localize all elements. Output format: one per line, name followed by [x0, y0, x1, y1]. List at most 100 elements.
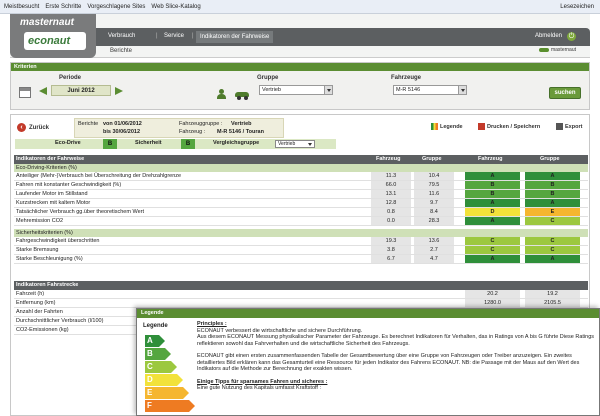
search-button[interactable]: suchen [549, 87, 581, 99]
vehicle-rating: A [465, 199, 520, 207]
group-select[interactable]: Vertrieb [259, 85, 333, 95]
subnav-berichte[interactable]: Berichte [110, 48, 132, 54]
table-row[interactable]: Tatsächlicher Verbrauch gg.über theoreti… [14, 208, 588, 217]
vehicle-label-head: Fahrzeug : [179, 129, 206, 135]
table-row[interactable]: Fahren mit konstanter Geschwindigkeit (%… [14, 181, 588, 190]
group-value: 4.7 [414, 255, 454, 263]
nav-service[interactable]: Service [164, 33, 184, 39]
bookmark-item[interactable]: Vorgeschlagene Sites [87, 4, 145, 10]
indicator-name: Entfernung (km) [16, 300, 56, 306]
indicator-name: Kurzstrecken mit kaltem Motor [16, 200, 91, 206]
legend-dialog-title[interactable]: Legende [137, 309, 599, 318]
indicator-name: Fahrzeit (h) [16, 291, 45, 297]
bookmark-item[interactable]: Erste Schritte [45, 4, 81, 10]
group-value: 28.3 [414, 217, 454, 225]
indicator-name: Starke Beschleunigung (%) [16, 256, 83, 262]
vehicle-rating: 20.2 [465, 290, 520, 298]
driver-icon[interactable] [217, 89, 226, 99]
table-row[interactable]: Laufender Motor im Stillstand 13.1 11.6 B B [14, 190, 588, 199]
vehicle-icon[interactable] [235, 89, 249, 100]
indicator-name: Anteiliger (Mehr-)Verbrauch bei Überschr… [16, 173, 182, 179]
bookmark-item[interactable]: Meistbesucht [4, 4, 39, 10]
vehicle-select-value: M-R 5146 [396, 87, 421, 93]
principles-line-1: ECONAUT verbessert die wirtschaftliche u… [197, 327, 363, 334]
export-button[interactable]: Export [556, 123, 582, 130]
group-value: 2.7 [414, 246, 454, 254]
group-rating: 2105.5 [525, 299, 580, 307]
table-row[interactable]: Kurzstrecken mit kaltem Motor 12.8 9.7 A A [14, 199, 588, 208]
back-button[interactable]: ‹ Zurück [17, 123, 49, 132]
rating-arrow: A [145, 335, 165, 347]
rating-letter: B [147, 349, 153, 358]
vehicle-rating: B [465, 190, 520, 198]
col-header-vehicle: Fahrzeug [376, 156, 401, 162]
previous-month-arrow-icon[interactable] [39, 87, 47, 95]
table-row[interactable]: Mehremission CO2 0.0 28.3 A C [14, 217, 588, 226]
rating-letter: D [147, 375, 153, 384]
back-label: Zurück [29, 125, 50, 132]
chevron-down-icon [324, 86, 332, 94]
group-rating: E [525, 208, 580, 216]
trip-header-label: Indikatoren Fahrstrecke [16, 282, 79, 288]
vehicle-select[interactable]: M-R 5146 [393, 85, 467, 95]
vehicle-value: 0.0 [371, 217, 411, 225]
table-row[interactable]: Fahrgeschwindigkeit überschritten 19.3 13.… [14, 237, 588, 246]
table-row[interactable]: Starke Beschleunigung (%) 6.7 4.7 A A [14, 255, 588, 264]
vehicle-group-value: Vertrieb [231, 121, 252, 127]
logo: masternaut econaut [10, 14, 96, 58]
vehicle-value [371, 299, 411, 307]
group-rating: B [525, 181, 580, 189]
rating-arrow: C [145, 361, 177, 373]
report-header: Berichte von 01/06/2012 bis 30/06/2012 F… [74, 118, 284, 138]
group-value: 13.6 [414, 237, 454, 245]
group-value: 10.4 [414, 172, 454, 180]
tips-line-1: Eine gute Nutzung des Kapitals umfasst K… [197, 385, 322, 391]
vehicle-rating: D [465, 208, 520, 216]
safety-rating: B [181, 139, 195, 149]
nav-verbrauch[interactable]: Verbrauch [108, 33, 135, 39]
report-label: Berichte [78, 121, 99, 127]
table-row[interactable]: Fahrzeit (h) 20.2 19.2 [14, 290, 588, 299]
eco-section-header: Eco-Driving-Kriterien (%) [14, 164, 588, 172]
indicators-table: Indikatoren der Fahrweise Fahrzeug Grupp… [14, 155, 588, 264]
indicator-name: Tatsächlicher Verbrauch gg.über theoreti… [16, 209, 144, 215]
rating-letter: E [147, 388, 153, 397]
logout-link[interactable]: Abmelden [535, 33, 562, 39]
vehicle-rating: C [465, 246, 520, 254]
table-row[interactable]: Starke Bremsung 3.8 2.7 C C [14, 246, 588, 255]
nav-indikatoren[interactable]: Indikatoren der Fahrweise [196, 31, 274, 43]
legend-icon [431, 123, 438, 130]
legend-text: Principles : ECONAUT verbessert die wirt… [197, 321, 595, 398]
bookmark-item[interactable]: Web Slice-Katalog [151, 4, 200, 10]
legend-heading: Legende [143, 323, 168, 329]
vehicle-rating: C [465, 237, 520, 245]
compare-group-select[interactable]: Vertrieb [275, 140, 315, 148]
print-save-label: Drucken / Speichern [487, 123, 541, 130]
group-rating: C [525, 217, 580, 225]
vehicle-value: 12.8 [371, 199, 411, 207]
indicator-name: Durchschnittlicher Verbrauch (l/100) [16, 318, 104, 324]
print-save-button[interactable]: Drucken / Speichern [478, 123, 540, 130]
bookmarks-menu[interactable]: Lesezeichen [560, 4, 594, 10]
power-icon[interactable]: ⏻ [567, 32, 576, 41]
vehicle-value: 66.0 [371, 181, 411, 189]
group-rating: C [525, 246, 580, 254]
rating-letter: C [147, 362, 153, 371]
eco-rows: Anteiliger (Mehr-)Verbrauch bei Überschr… [14, 172, 588, 226]
group-value: 8.4 [414, 208, 454, 216]
safety-section-header: Sicherheitskriterien (%) [14, 229, 588, 237]
vehicle-value: 11.3 [371, 172, 411, 180]
vehicle-rating: A [465, 217, 520, 225]
table-row[interactable]: Entfernung (km) 1280.0 2105.5 [14, 299, 588, 308]
bookmarks-bar: Meistbesucht Erste Schritte Vorgeschlage… [0, 0, 600, 14]
safety-rows: Fahrgeschwindigkeit überschritten 19.3 13.… [14, 237, 588, 264]
indicator-name: Fahrgeschwindigkeit überschritten [16, 238, 100, 244]
group-rating: A [525, 255, 580, 263]
group-value: 79.5 [414, 181, 454, 189]
indicator-name: Starke Bremsung [16, 247, 59, 253]
calendar-icon[interactable] [19, 87, 31, 98]
table-row[interactable]: Anteiliger (Mehr-)Verbrauch bei Überschr… [14, 172, 588, 181]
legend-button[interactable]: Legende [431, 123, 463, 130]
next-month-arrow-icon[interactable] [115, 87, 123, 95]
vehicle-value: 3.8 [371, 246, 411, 254]
